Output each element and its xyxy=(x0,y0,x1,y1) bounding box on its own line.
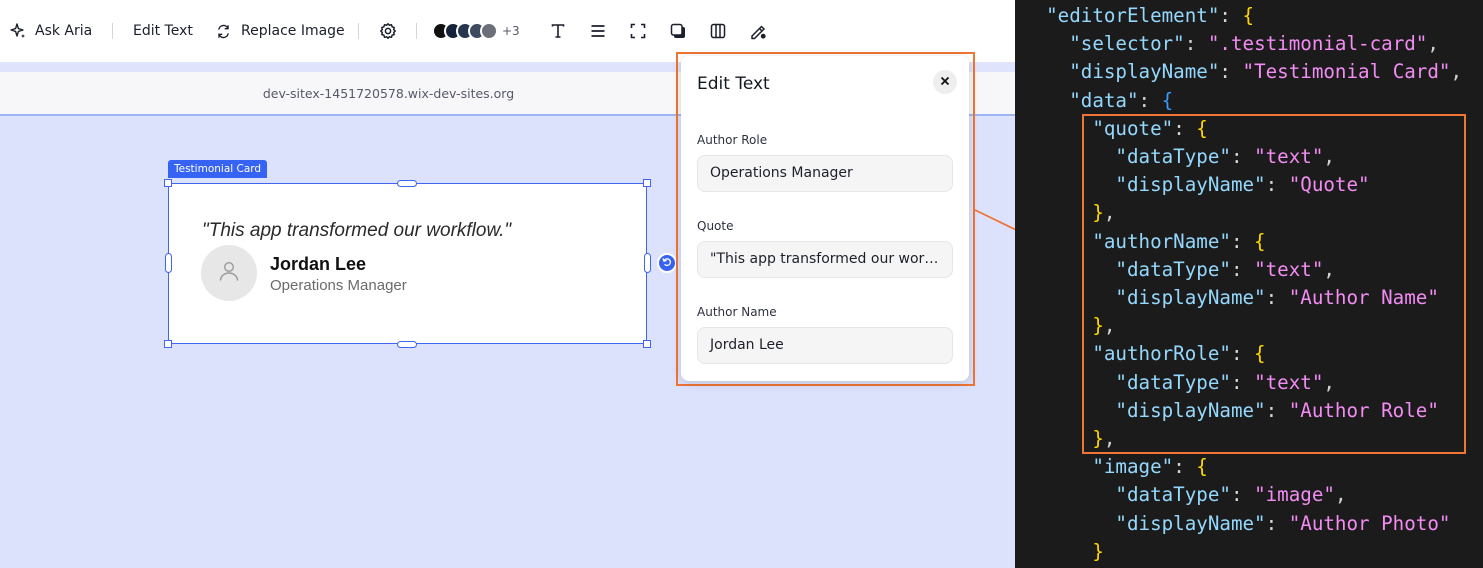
code-view: "editorElement": { "selector": ".testimo… xyxy=(1015,0,1483,568)
design-brush-icon xyxy=(750,23,767,40)
code-token: "dataType" xyxy=(1115,483,1231,507)
resize-handle-bottom[interactable] xyxy=(397,341,417,348)
code-token: : xyxy=(1265,511,1289,535)
replace-image-button[interactable]: Replace Image xyxy=(216,0,345,62)
code-token: : xyxy=(1230,483,1255,507)
columns-icon xyxy=(710,23,726,39)
selection-label: Testimonial Card xyxy=(168,160,268,178)
text-icon xyxy=(550,23,566,39)
code-token: : xyxy=(1219,4,1243,27)
testimonial-card[interactable]: "This app transformed our workflow." Jor… xyxy=(168,183,647,344)
code-token: "image" xyxy=(1254,483,1335,507)
code-token: { xyxy=(1196,455,1208,479)
crop-frame-icon xyxy=(630,23,646,39)
author-role-input[interactable]: Operations Manager xyxy=(697,155,953,192)
code-line: "displayName": "Testimonial Card", xyxy=(1023,58,1462,86)
shadow-icon xyxy=(670,23,686,39)
testimonial-author-role[interactable]: Operations Manager xyxy=(270,277,407,294)
resize-handle-top-left[interactable] xyxy=(164,179,172,187)
testimonial-author-name[interactable]: Jordan Lee xyxy=(270,254,366,275)
code-token: "Author Photo" xyxy=(1288,511,1451,535)
code-line: "data": { xyxy=(1023,87,1173,115)
code-token: } xyxy=(1092,539,1104,563)
resize-handle-left[interactable] xyxy=(165,253,172,273)
code-token: "Testimonial Card" xyxy=(1242,60,1451,84)
gear-icon xyxy=(379,22,397,40)
resize-handle-bottom-left[interactable] xyxy=(164,340,172,348)
align-icon xyxy=(590,23,606,39)
code-token: "selector" xyxy=(1069,32,1185,56)
code-token: : xyxy=(1173,455,1197,479)
edit-text-panel: Edit Text Author Role Operations Manager… xyxy=(681,56,969,381)
code-highlight-box xyxy=(1082,114,1466,454)
author-name-label: Author Name xyxy=(697,305,777,319)
code-token: "editorElement" xyxy=(1046,4,1220,27)
code-line: "editorElement": { xyxy=(1023,2,1254,30)
quote-input[interactable]: "This app transformed our workfl… xyxy=(697,241,953,278)
resize-handle-right[interactable] xyxy=(644,253,651,273)
code-token: : xyxy=(1184,32,1208,56)
code-token: , xyxy=(1334,483,1347,507)
code-token: , xyxy=(1427,32,1439,56)
code-line: "image": { xyxy=(1023,453,1208,481)
code-token: "displayName" xyxy=(1115,511,1266,535)
author-name-input[interactable]: Jordan Lee xyxy=(697,327,953,364)
ask-aria-label: Ask Aria xyxy=(35,23,93,39)
resize-handle-top[interactable] xyxy=(397,180,417,187)
sparkle-icon xyxy=(10,23,26,39)
replace-image-label: Replace Image xyxy=(241,23,345,39)
author-avatar[interactable] xyxy=(201,245,257,301)
edit-text-button[interactable]: Edit Text xyxy=(133,0,193,62)
close-icon xyxy=(940,73,950,91)
code-token: "data" xyxy=(1069,88,1139,112)
toolbar-divider xyxy=(112,23,113,39)
testimonial-quote[interactable]: "This app transformed our workflow." xyxy=(202,220,511,242)
code-token: , xyxy=(1450,60,1463,84)
code-token: : xyxy=(1219,60,1243,84)
code-line: "selector": ".testimonial-card", xyxy=(1023,30,1439,58)
color-swatch[interactable] xyxy=(480,22,498,40)
site-url: dev-sitex-1451720578.wix-dev-sites.org xyxy=(262,86,515,101)
code-line: } xyxy=(1023,538,1104,566)
text-style-button[interactable] xyxy=(550,0,566,62)
quote-label: Quote xyxy=(697,219,734,233)
code-token: "image" xyxy=(1092,455,1174,479)
code-token: { xyxy=(1161,88,1174,112)
code-token: ".testimonial-card" xyxy=(1207,32,1428,56)
code-token: "displayName" xyxy=(1069,60,1220,84)
settings-button[interactable] xyxy=(379,0,397,62)
rotate-icon xyxy=(662,254,672,272)
close-button[interactable] xyxy=(933,70,957,94)
rotate-handle[interactable] xyxy=(657,253,677,273)
align-button[interactable] xyxy=(590,0,606,62)
code-line: "dataType": "image", xyxy=(1023,481,1347,509)
replace-image-icon xyxy=(216,24,231,39)
code-token: { xyxy=(1242,4,1255,27)
code-line: "displayName": "Author Photo" xyxy=(1023,510,1450,538)
panel-title: Edit Text xyxy=(697,74,770,94)
code-token: : xyxy=(1138,88,1162,112)
resize-handle-bottom-right[interactable] xyxy=(643,340,651,348)
color-palette[interactable]: +3 xyxy=(432,22,520,40)
edit-text-label: Edit Text xyxy=(133,23,193,39)
toolbar-divider xyxy=(358,23,359,39)
crop-button[interactable] xyxy=(630,0,646,62)
author-role-label: Author Role xyxy=(697,133,768,147)
resize-handle-top-right[interactable] xyxy=(643,179,651,187)
more-colors-count[interactable]: +3 xyxy=(502,24,520,38)
ask-aria-button[interactable]: Ask Aria xyxy=(10,0,92,62)
toolbar-divider xyxy=(416,23,417,39)
user-icon xyxy=(218,260,240,287)
